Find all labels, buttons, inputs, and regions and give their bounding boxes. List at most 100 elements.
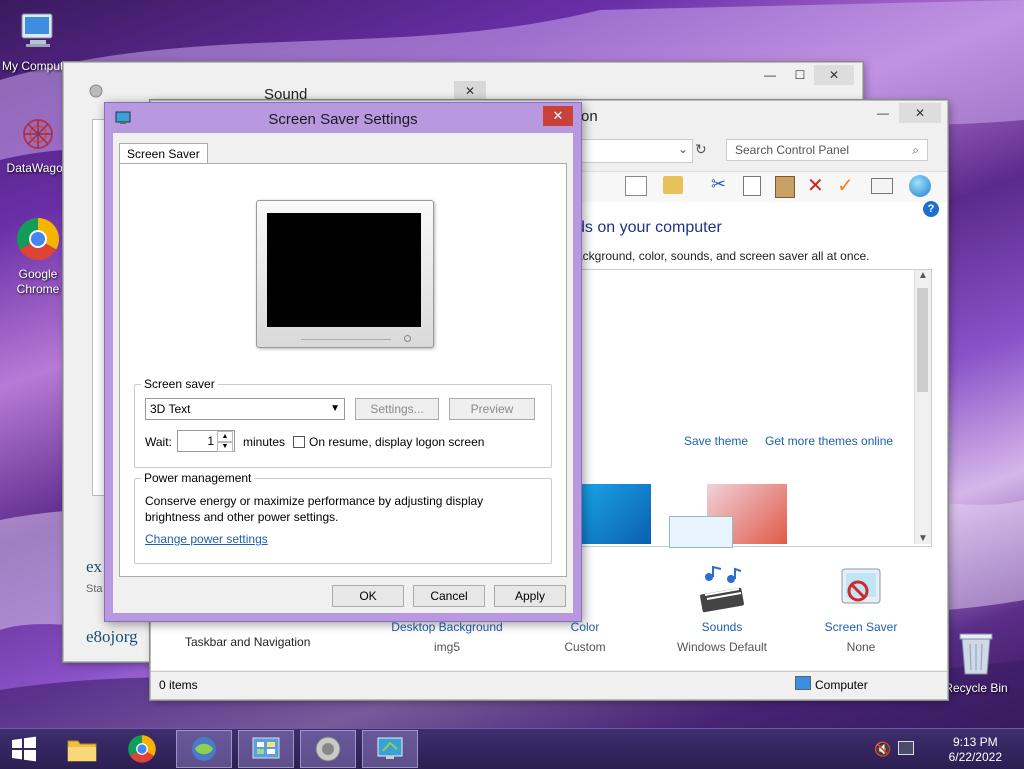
change-power-settings-link[interactable]: Change power settings bbox=[145, 532, 268, 546]
screen-saver-icon bbox=[377, 737, 403, 759]
browser-close-button[interactable]: ✕ bbox=[814, 65, 854, 85]
monitor-bezel-line bbox=[301, 339, 391, 340]
sounds-value: Windows Default bbox=[676, 640, 768, 654]
taskbar-personalization[interactable] bbox=[176, 730, 232, 768]
control-panel-icon bbox=[252, 737, 280, 759]
desktop-background-label: Desktop Background bbox=[391, 620, 503, 634]
address-bar[interactable]: ⌄ bbox=[581, 139, 693, 163]
theme-thumbnail-blue[interactable] bbox=[581, 484, 651, 544]
cut-icon[interactable]: ✂ bbox=[711, 174, 726, 195]
sound-close-button[interactable]: ✕ bbox=[454, 81, 486, 101]
color-item[interactable]: Color Custom bbox=[515, 620, 655, 654]
sound-side-text-1: ex bbox=[86, 557, 103, 576]
start-button[interactable] bbox=[0, 730, 48, 768]
monitor-preview bbox=[256, 200, 434, 348]
preview-button[interactable]: Preview bbox=[449, 398, 535, 420]
taskbar-sound[interactable] bbox=[300, 730, 356, 768]
scroll-down-icon[interactable]: ▼ bbox=[915, 533, 931, 544]
screen-saver-select[interactable]: 3D Text ▼ bbox=[145, 398, 345, 420]
folder-icon bbox=[67, 740, 97, 762]
sounds-icon bbox=[700, 565, 744, 613]
search-placeholder: Search Control Panel bbox=[735, 143, 850, 157]
screen-saver-settings-dialog[interactable]: Screen Saver Settings ✕ Screen Saver Scr… bbox=[104, 102, 582, 622]
power-description: Conserve energy or maximize performance … bbox=[145, 494, 484, 524]
screen-saver-group-label: Screen saver bbox=[141, 377, 218, 391]
taskbar-navigation-link[interactable]: Taskbar and Navigation bbox=[185, 635, 310, 649]
resume-logon-checkbox[interactable] bbox=[293, 436, 305, 448]
taskbar: 🔇 9:13 PM 6/22/2022 bbox=[0, 728, 1024, 769]
resume-logon-label[interactable]: On resume, display logon screen bbox=[309, 435, 484, 449]
personalization-subheading: ackground, color, sounds, and screen sav… bbox=[576, 249, 870, 263]
cp-close-button[interactable]: ✕ bbox=[899, 103, 941, 123]
speaker-icon bbox=[315, 736, 341, 762]
system-clock[interactable]: 9:13 PM 6/22/2022 bbox=[949, 735, 1002, 765]
cancel-button[interactable]: Cancel bbox=[413, 585, 485, 607]
desktop-icon-recycle-bin[interactable]: Recycle Bin bbox=[938, 630, 1014, 695]
copy-icon[interactable] bbox=[743, 176, 761, 196]
sound-side-text-1-sub: Sta bbox=[86, 583, 103, 595]
screen-saver-item[interactable]: Screen Saver None bbox=[791, 565, 931, 654]
search-input[interactable]: Search Control Panel ⌕ bbox=[726, 139, 928, 161]
color-value: Custom bbox=[564, 640, 606, 654]
check-icon[interactable]: ✓ bbox=[837, 173, 854, 198]
windows-logo-icon bbox=[12, 736, 36, 762]
sound-side-text-2: e8ojorg bbox=[86, 627, 138, 646]
sounds-item[interactable]: Sounds Windows Default bbox=[652, 565, 792, 654]
save-theme-link[interactable]: Save theme bbox=[684, 434, 748, 448]
cp-minimize-button[interactable]: — bbox=[871, 103, 895, 123]
spinner-down-icon[interactable]: ▼ bbox=[217, 441, 233, 452]
status-location: Computer bbox=[815, 678, 868, 692]
scroll-thumb[interactable] bbox=[917, 288, 928, 392]
theme-thumbnail-front[interactable] bbox=[669, 516, 733, 548]
properties-icon[interactable] bbox=[871, 178, 893, 194]
recycle-bin-icon bbox=[959, 633, 993, 675]
delete-icon[interactable]: ✕ bbox=[807, 173, 824, 198]
sound-window-icon bbox=[89, 84, 103, 98]
clock-time: 9:13 PM bbox=[952, 735, 998, 749]
chevron-down-icon[interactable]: ⌄ bbox=[678, 142, 688, 156]
dialog-title: Screen Saver Settings bbox=[268, 111, 418, 128]
desktop-background-value: img5 bbox=[433, 640, 460, 654]
layout-icon[interactable] bbox=[625, 176, 647, 196]
paste-icon[interactable] bbox=[775, 176, 795, 198]
taskbar-screen-saver[interactable] bbox=[362, 730, 418, 768]
help-icon[interactable]: ? bbox=[923, 201, 939, 217]
search-icon[interactable]: ⌕ bbox=[912, 140, 919, 160]
browser-maximize-button[interactable]: ☐ bbox=[786, 65, 814, 85]
refresh-icon[interactable]: ↻ bbox=[695, 141, 707, 158]
screen-saver-selected: 3D Text bbox=[150, 402, 191, 416]
network-icon[interactable] bbox=[898, 741, 914, 755]
folder-icon[interactable] bbox=[663, 176, 683, 194]
control-panel-title: on bbox=[581, 108, 598, 125]
desktop-background-item[interactable]: Desktop Background img5 bbox=[377, 620, 517, 654]
power-group-label: Power management bbox=[141, 471, 255, 485]
datawagon-icon bbox=[23, 119, 53, 149]
settings-button[interactable]: Settings... bbox=[355, 398, 439, 420]
wait-value: 1 bbox=[207, 434, 214, 448]
themes-list[interactable]: ▲ ▼ Save theme Get more themes online bbox=[576, 269, 932, 548]
themes-scrollbar[interactable]: ▲ ▼ bbox=[914, 270, 931, 544]
get-more-themes-link[interactable]: Get more themes online bbox=[765, 434, 893, 448]
personalization-icon bbox=[192, 737, 216, 761]
chrome-icon bbox=[16, 218, 60, 261]
chevron-down-icon: ▼ bbox=[330, 403, 340, 414]
taskbar-control-panel[interactable] bbox=[238, 730, 294, 768]
personalization-heading: ds on your computer bbox=[576, 219, 722, 236]
apply-button[interactable]: Apply bbox=[494, 585, 566, 607]
wait-spinner[interactable]: 1 ▲ ▼ bbox=[177, 430, 235, 452]
taskbar-file-explorer[interactable] bbox=[54, 730, 110, 768]
tab-screen-saver[interactable]: Screen Saver bbox=[119, 143, 208, 164]
taskbar-chrome[interactable] bbox=[114, 730, 170, 768]
ok-button[interactable]: OK bbox=[332, 585, 404, 607]
volume-muted-icon[interactable]: 🔇 bbox=[874, 741, 891, 758]
browser-minimize-button[interactable]: — bbox=[756, 65, 784, 85]
globe-icon[interactable] bbox=[909, 175, 931, 197]
clock-date: 6/22/2022 bbox=[948, 750, 1002, 764]
computer-icon bbox=[21, 13, 53, 47]
dialog-close-button[interactable]: ✕ bbox=[543, 106, 573, 126]
status-bar: 0 items Computer bbox=[151, 671, 947, 699]
power-management-group: Power management Conserve energy or maxi… bbox=[134, 471, 552, 564]
screen-saver-tab-page: Screen saver 3D Text ▼ Settings... Previ… bbox=[119, 163, 567, 577]
scroll-up-icon[interactable]: ▲ bbox=[915, 270, 931, 281]
status-item-count: 0 items bbox=[159, 678, 198, 692]
